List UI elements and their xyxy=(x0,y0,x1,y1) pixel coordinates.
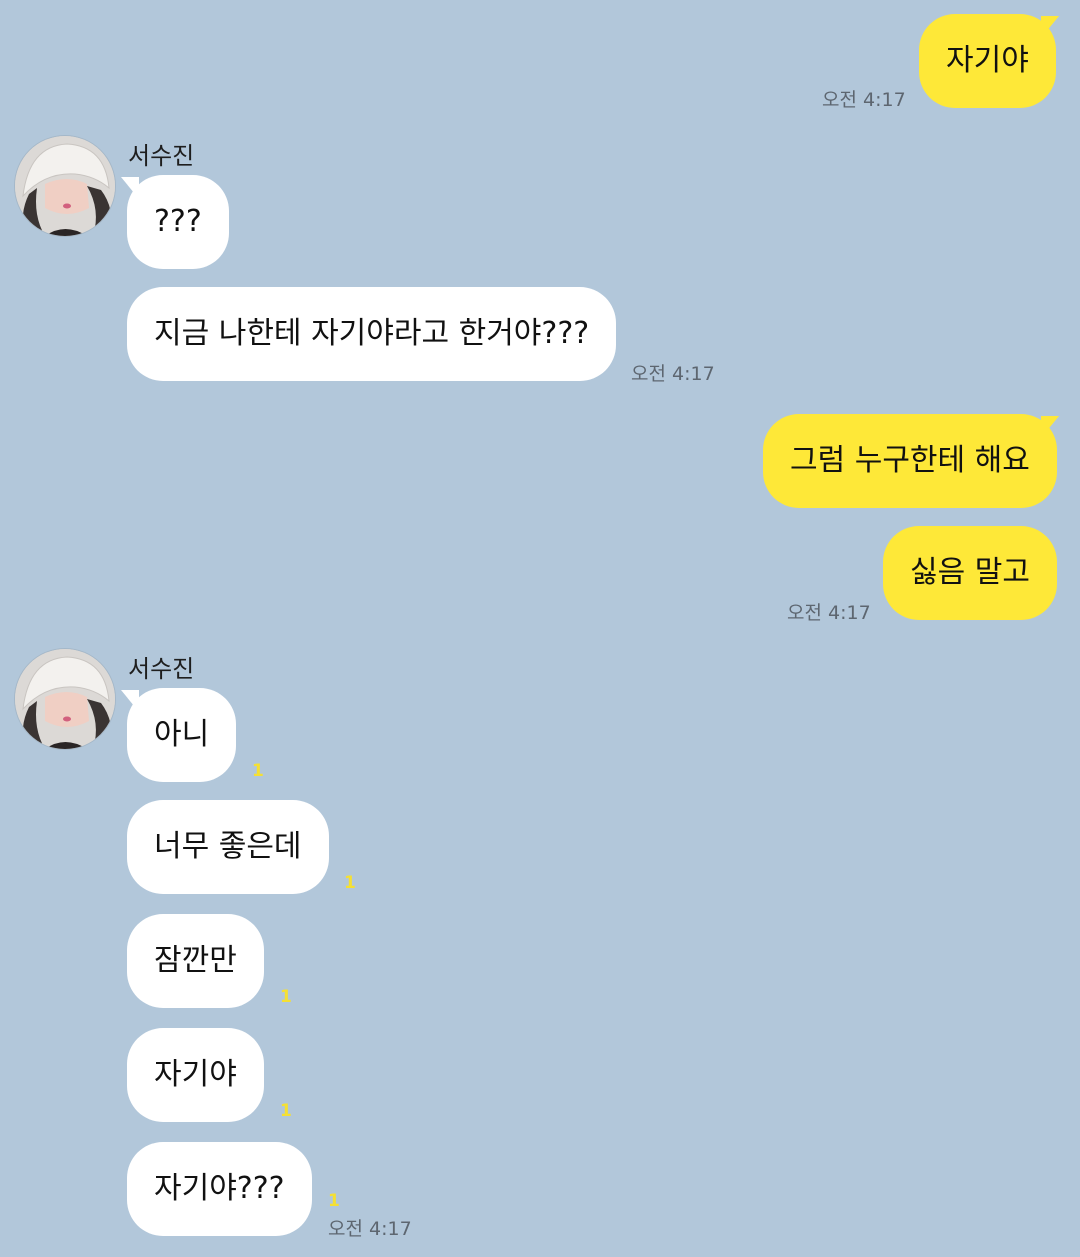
bubble-tail xyxy=(121,177,139,199)
incoming-message-bubble[interactable]: 아니 xyxy=(127,688,237,782)
bubble-tail xyxy=(1041,16,1059,38)
incoming-message-bubble[interactable]: 지금 나한테 자기야라고 한거야??? xyxy=(127,287,617,381)
unread-count: 1 xyxy=(280,1101,292,1121)
outgoing-message-bubble[interactable]: 자기야 xyxy=(919,14,1056,108)
message-time: 오전 4:17 xyxy=(822,89,906,111)
avatar-photo-icon xyxy=(15,136,115,236)
incoming-message-bubble[interactable]: 자기야 xyxy=(127,1028,264,1122)
sender-name: 서수진 xyxy=(128,655,195,683)
outgoing-message-bubble[interactable]: 그럼 누구한테 해요 xyxy=(763,414,1057,508)
bubble-tail xyxy=(1041,416,1059,438)
avatar-photo-icon xyxy=(15,649,115,749)
sender-avatar[interactable] xyxy=(15,649,115,749)
sender-name: 서수진 xyxy=(128,142,195,170)
message-time: 오전 4:17 xyxy=(631,363,715,385)
unread-count: 1 xyxy=(280,987,292,1007)
incoming-message-bubble[interactable]: ??? xyxy=(127,175,229,269)
outgoing-message-bubble[interactable]: 싫음 말고 xyxy=(883,526,1057,620)
incoming-message-bubble[interactable]: 잠깐만 xyxy=(127,914,264,1008)
unread-count: 1 xyxy=(344,873,356,893)
message-time: 오전 4:17 xyxy=(328,1218,412,1240)
message-time: 오전 4:17 xyxy=(787,602,871,624)
sender-avatar[interactable] xyxy=(15,136,115,236)
bubble-tail xyxy=(121,690,139,712)
incoming-message-bubble[interactable]: 자기야??? xyxy=(127,1142,312,1236)
unread-count: 1 xyxy=(328,1191,340,1211)
unread-count: 1 xyxy=(252,761,264,781)
incoming-message-bubble[interactable]: 너무 좋은데 xyxy=(127,800,329,894)
